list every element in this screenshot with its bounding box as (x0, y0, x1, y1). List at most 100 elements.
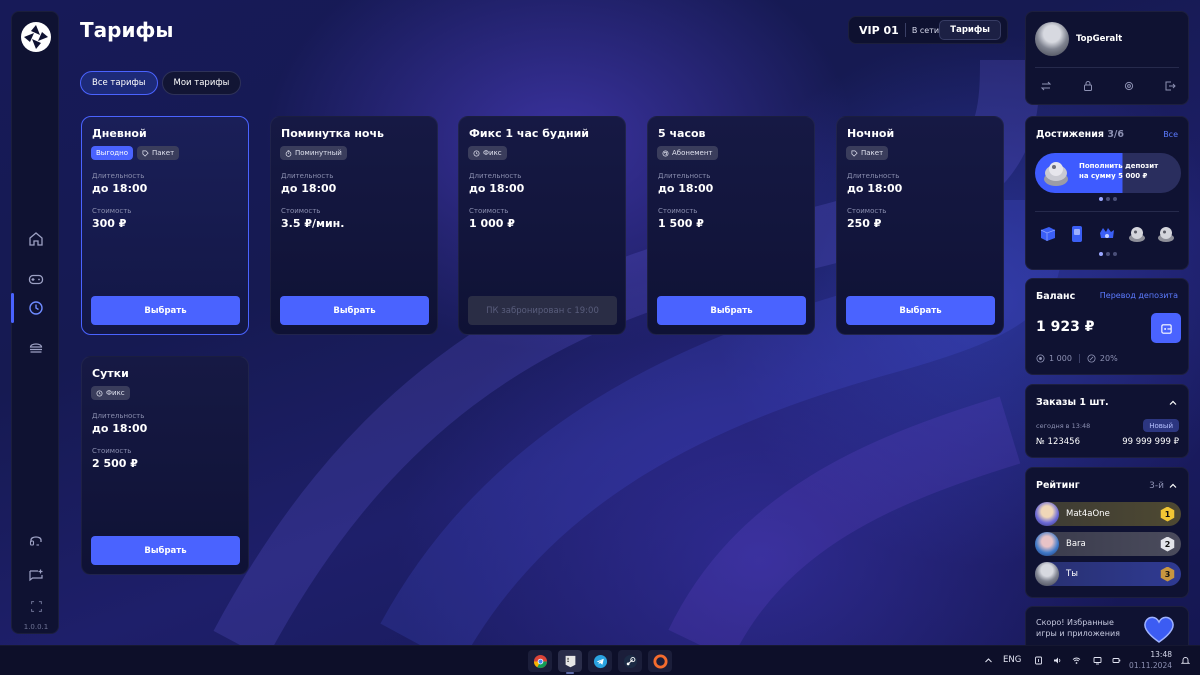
taskbar-steam[interactable] (618, 650, 642, 672)
orders-panel[interactable]: Заказы 1 шт. сегодня в 13:48 Новый № 123… (1025, 384, 1189, 458)
heart-icon (1144, 616, 1174, 643)
duration-label: Длительность (281, 172, 334, 180)
lock-icon[interactable] (1082, 80, 1094, 92)
user-name: TopGeralt (1076, 34, 1123, 44)
chevron-up-icon[interactable] (1169, 399, 1177, 407)
price-label: Стоимость (658, 207, 698, 215)
duration-value: до 18:00 (92, 182, 148, 195)
duration-label: Длительность (469, 172, 522, 180)
select-button[interactable]: Выбрать (91, 536, 240, 565)
badges-pagination (1099, 252, 1117, 256)
tariff-card-night[interactable]: Ночной Пакет Длительность до 18:00 Стоим… (836, 116, 1004, 335)
divider (904, 23, 906, 37)
workstation-name: VIP 01 (859, 23, 899, 37)
rating-name: Ты (1066, 569, 1078, 579)
nav-food-button[interactable] (12, 331, 60, 365)
epic-games-icon (565, 655, 575, 667)
select-button[interactable]: Выбрать (657, 296, 806, 325)
top-up-button[interactable] (1151, 313, 1181, 343)
rating-row: Bara 2 (1035, 532, 1181, 556)
filter-my-tariffs[interactable]: Мои тарифы (161, 71, 242, 95)
chevron-up-icon[interactable] (984, 656, 993, 665)
notifications-icon[interactable] (1181, 656, 1190, 665)
transfer-deposit-link[interactable]: Перевод депозита (1100, 291, 1178, 300)
tag-icon (142, 150, 149, 157)
cube-badge-icon[interactable] (1038, 224, 1058, 244)
select-button[interactable]: Выбрать (91, 296, 240, 325)
keyboard-language[interactable]: ENG (1003, 655, 1021, 665)
nav-tariffs-button[interactable] (12, 291, 60, 325)
filter-tabs: Все тарифы Мои тарифы (80, 71, 242, 95)
battery-icon[interactable] (1112, 656, 1121, 665)
workstation-status: В сети (911, 25, 940, 35)
wallet-icon (1160, 323, 1172, 334)
chrome-icon (533, 654, 547, 668)
system-clock[interactable]: 13:48 01.11.2024 (1128, 649, 1172, 671)
taskbar-chrome[interactable] (528, 650, 552, 672)
order-number: № 123456 (1036, 437, 1080, 447)
telegram-icon (593, 654, 607, 668)
creature-badge-icon[interactable] (1097, 224, 1117, 244)
nav-feedback-button[interactable] (12, 559, 60, 593)
bonus-value: 1 000 (1049, 354, 1072, 363)
tariff-chips: Пакет (846, 146, 889, 160)
tariff-card-minute-night[interactable]: Поминутка ночь Поминутный Длительность д… (270, 116, 438, 335)
tariff-chips: Выгодно Пакет (91, 146, 180, 160)
coming-soon-text: Скоро! Избранные игры и приложения (1036, 618, 1120, 638)
fullscreen-button[interactable] (12, 592, 60, 620)
origin-icon (652, 653, 668, 669)
card-badge-icon[interactable] (1067, 224, 1087, 244)
rating-name: Mat4aOne (1066, 509, 1110, 519)
nav-home-button[interactable] (12, 222, 60, 256)
tariff-card-fix-1h[interactable]: Фикс 1 час будний Фикс Длительность до 1… (458, 116, 626, 335)
tariffs-tab-button[interactable]: Тарифы (939, 20, 1001, 40)
silver-badge-icon[interactable] (1156, 224, 1176, 244)
banner-pagination (1099, 197, 1117, 201)
app-logo-icon[interactable] (20, 21, 52, 53)
rating-title: Рейтинг (1036, 480, 1080, 491)
chip-subscription: Абонемент (657, 146, 718, 160)
rating-rank: 3-й (1149, 481, 1164, 491)
price-label: Стоимость (281, 207, 321, 215)
price-value: 2 500 ₽ (92, 457, 138, 470)
tariff-title: Поминутка ночь (281, 127, 384, 140)
divider (1035, 211, 1179, 212)
user-avatar[interactable] (1035, 22, 1069, 56)
rating-panel[interactable]: Рейтинг 3-й Mat4aOne 1 Bara 2 Ты 3 (1025, 467, 1189, 598)
silver-badge-icon[interactable] (1127, 224, 1147, 244)
duration-label: Длительность (658, 172, 711, 180)
duration-value: до 18:00 (847, 182, 903, 195)
clock-icon (29, 301, 43, 315)
select-button[interactable]: Выбрать (846, 296, 995, 325)
tariff-card-day-24h[interactable]: Сутки Фикс Длительность до 18:00 Стоимос… (81, 356, 249, 575)
taskbar-epic-games[interactable] (558, 650, 582, 674)
switch-icon[interactable] (1040, 80, 1052, 92)
nav-support-button[interactable] (12, 523, 60, 557)
achievements-all-link[interactable]: Все (1163, 130, 1178, 139)
tariff-card-day[interactable]: Дневной Выгодно Пакет Длительность до 18… (81, 116, 249, 335)
chevron-up-icon[interactable] (1169, 482, 1177, 490)
running-indicator (566, 672, 574, 674)
taskbar-telegram[interactable] (588, 650, 612, 672)
volume-icon[interactable] (1053, 656, 1062, 665)
display-icon[interactable] (1093, 656, 1102, 665)
duration-label: Длительность (92, 412, 145, 420)
achievement-banner[interactable]: Пополнить депозит на сумму 5 000 ₽ (1035, 153, 1181, 193)
price-label: Стоимость (469, 207, 509, 215)
tariff-title: Сутки (92, 367, 129, 380)
balance-amount: 1 923 ₽ (1036, 319, 1095, 335)
tariff-title: Фикс 1 час будний (469, 127, 589, 140)
sidebar: 1.0.0.1 (11, 11, 59, 634)
logout-icon[interactable] (1164, 80, 1176, 92)
filter-all-tariffs[interactable]: Все тарифы (80, 71, 158, 95)
clock-icon (96, 390, 103, 396)
gear-icon[interactable] (1123, 80, 1135, 92)
chip-fix: Фикс (91, 386, 130, 400)
chip-fix: Фикс (468, 146, 507, 160)
chip-package: Пакет (137, 146, 180, 160)
select-button[interactable]: Выбрать (280, 296, 429, 325)
taskbar-origin[interactable] (648, 650, 672, 672)
network-icon[interactable] (1072, 656, 1081, 665)
shield-icon[interactable] (1034, 656, 1043, 665)
tariff-card-5-hours[interactable]: 5 часов Абонемент Длительность до 18:00 … (647, 116, 815, 335)
